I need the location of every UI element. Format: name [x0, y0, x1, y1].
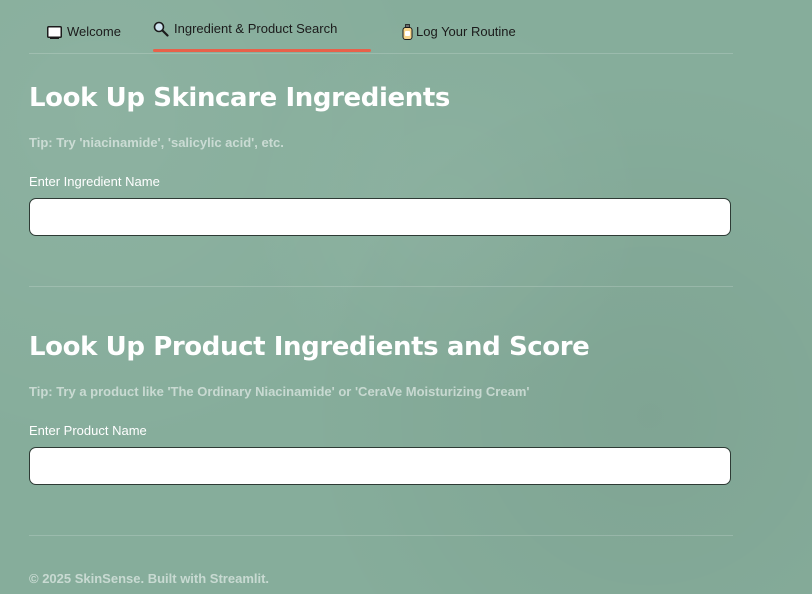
product-field-label: Enter Product Name: [29, 423, 147, 438]
magnifier-icon: [153, 21, 169, 37]
tab-log-routine[interactable]: Log Your Routine: [402, 24, 516, 60]
tab-search-label: Ingredient & Product Search: [174, 21, 338, 36]
bottle-icon: [402, 24, 413, 40]
monitor-icon: [47, 24, 62, 40]
ingredient-tip: Tip: Try 'niacinamide', 'salicylic acid'…: [29, 135, 284, 150]
product-section-title: Look Up Product Ingredients and Score: [29, 332, 590, 362]
product-search-input[interactable]: [29, 447, 731, 485]
footer-divider: [29, 535, 733, 536]
section-divider: [29, 286, 733, 287]
tab-bar: Welcome Ingredient & Product Search Log …: [29, 0, 733, 54]
ingredient-field-label: Enter Ingredient Name: [29, 174, 160, 189]
footer-text: © 2025 SkinSense. Built with Streamlit.: [29, 571, 270, 586]
product-tip: Tip: Try a product like 'The Ordinary Ni…: [29, 384, 530, 399]
ingredient-search-input[interactable]: [29, 198, 731, 236]
active-tab-indicator: [153, 49, 371, 52]
tab-welcome[interactable]: Welcome: [47, 24, 121, 60]
tab-routine-label: Log Your Routine: [416, 24, 516, 39]
tab-welcome-label: Welcome: [67, 24, 121, 39]
ingredient-section-title: Look Up Skincare Ingredients: [29, 83, 450, 113]
